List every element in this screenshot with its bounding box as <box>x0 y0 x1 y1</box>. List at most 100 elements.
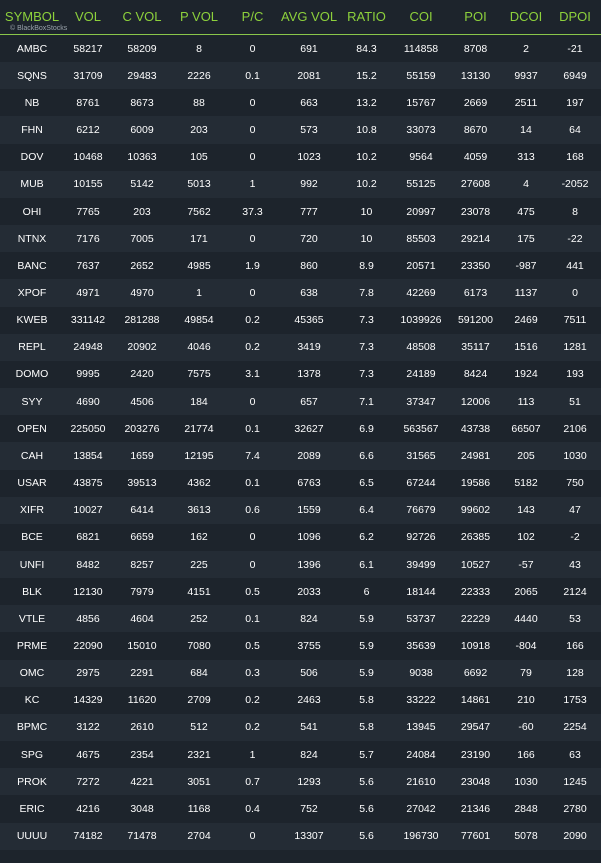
table-row[interactable]: USAR 43875 39513 4362 0.1 6763 6.5 67244 19586 51… <box>0 469 601 497</box>
table-row[interactable]: SYY 4690 4506 184 0 657 7.1 37347 12006 113 51 <box>0 388 601 416</box>
cell-poi: 29214 <box>460 232 491 245</box>
cell-vol: 6212 <box>76 124 100 137</box>
cell-poi: 77601 <box>460 830 491 843</box>
cell-dcoi: 113 <box>517 395 535 408</box>
cell-c-vol: 4970 <box>130 286 154 299</box>
column-header-ratio[interactable]: RATIO <box>339 0 394 34</box>
cell-symbol: NB <box>24 96 40 109</box>
cell-poi: 24981 <box>460 449 491 462</box>
cell-dcoi: 4440 <box>514 612 538 625</box>
cell-coi: 39499 <box>406 558 436 571</box>
cell-p-c: 0.3 <box>245 667 260 680</box>
cell-dpoi: 1753 <box>563 694 587 707</box>
cell-p-c: 0 <box>249 232 256 245</box>
cell-poi: 591200 <box>457 314 494 327</box>
cell-poi: 22333 <box>460 585 491 598</box>
table-row[interactable]: MUB 10155 5142 5013 1 992 10.2 55125 27608 4 -2052 <box>0 170 601 198</box>
cell-p-vol: 252 <box>190 612 208 625</box>
table-row[interactable]: PRME 22090 15010 7080 0.5 3755 5.9 35639 10918 -8… <box>0 632 601 660</box>
table-row[interactable]: SQNS 31709 29483 2226 0.1 2081 15.2 55159 13130 9… <box>0 62 601 90</box>
table-row[interactable]: REPL 24948 20902 4046 0.2 3419 7.3 48508 35117 15… <box>0 333 601 361</box>
cell-c-vol: 39513 <box>127 477 157 490</box>
cell-p-c: 0.5 <box>245 640 260 653</box>
cell-coi: 92726 <box>406 531 436 544</box>
table-row[interactable]: OHI 7765 203 7562 37.3 777 10 20997 23078 475 8 <box>0 197 601 226</box>
table-row[interactable]: BPMC 3122 2610 512 0.2 541 5.8 13945 29547 -60 225… <box>0 713 601 742</box>
cell-dpoi: 166 <box>566 640 584 653</box>
table-row[interactable]: CAH 13854 1659 12195 7.4 2089 6.6 31565 24981 205… <box>0 442 601 470</box>
table-row[interactable]: XIFR 10027 6414 3613 0.6 1559 6.4 76679 99602 143… <box>0 496 601 524</box>
cell-c-vol: 3048 <box>130 802 154 815</box>
cell-dcoi: -60 <box>518 721 534 734</box>
cell-poi: 12006 <box>460 395 491 408</box>
cell-poi: 26385 <box>460 531 491 544</box>
cell-dcoi: 66507 <box>511 422 541 435</box>
cell-dpoi: 193 <box>566 368 584 381</box>
cell-dcoi: -987 <box>515 259 537 272</box>
table-row[interactable]: SPG 4675 2354 2321 1 824 5.7 24084 23190 166 63 <box>0 741 601 769</box>
cell-avg-vol: 1559 <box>297 504 321 517</box>
cell-p-c: 7.4 <box>245 449 260 462</box>
cell-coi: 85503 <box>406 232 436 245</box>
cell-dcoi: 2065 <box>514 585 538 598</box>
table-row[interactable]: UUUU 74182 71478 2704 0 13307 5.6 196730 77601 50… <box>0 822 601 850</box>
cell-vol: 24948 <box>73 341 103 354</box>
table-row[interactable]: BLK 12130 7979 4151 0.5 2033 6 18144 22333 2065 21… <box>0 578 601 606</box>
column-header-dpoi[interactable]: DPOI <box>549 0 601 34</box>
table-row[interactable]: AMBC 58217 58209 8 0 691 84.3 114858 8708 2 -21 <box>0 35 601 63</box>
table-row[interactable]: FHN 6212 6009 203 0 573 10.8 33073 8670 14 64 <box>0 116 601 144</box>
cell-dpoi: 1030 <box>563 449 587 462</box>
cell-symbol: XPOF <box>17 286 47 299</box>
cell-c-vol: 4506 <box>130 395 154 408</box>
column-header-vol[interactable]: VOL <box>64 0 112 34</box>
cell-vol: 2975 <box>76 667 100 680</box>
table-row[interactable]: OMC 2975 2291 684 0.3 506 5.9 9038 6692 79 128 <box>0 659 601 687</box>
cell-dpoi: 0 <box>572 286 578 299</box>
cell-p-vol: 225 <box>190 558 208 571</box>
table-row[interactable]: VTLE 4856 4604 252 0.1 824 5.9 53737 22229 4440 53 <box>0 605 601 633</box>
cell-p-vol: 88 <box>193 96 205 109</box>
table-row[interactable]: DOMO 9995 2420 7575 3.1 1378 7.3 24189 8424 1924 1… <box>0 360 601 389</box>
table-row[interactable]: NB 8761 8673 88 0 663 13.2 15767 2669 2511 197 <box>0 89 601 117</box>
table-row[interactable]: KWEB 331142 281288 49854 0.2 45365 7.3 1039926 5… <box>0 306 601 334</box>
cell-vol: 4216 <box>76 802 100 815</box>
cell-dpoi: -2052 <box>561 178 589 191</box>
table-row[interactable]: XPOF 4971 4970 1 0 638 7.8 42269 6173 1137 0 <box>0 279 601 307</box>
cell-p-c: 0 <box>249 286 256 299</box>
column-header-p-vol[interactable]: P VOL <box>172 0 226 34</box>
cell-coi: 114858 <box>403 42 439 55</box>
cell-c-vol: 5142 <box>130 178 154 191</box>
column-header-coi[interactable]: COI <box>394 0 448 34</box>
table-row[interactable]: OPEN 225050 203276 21774 0.1 32627 6.9 563567 43… <box>0 415 601 443</box>
cell-c-vol: 2420 <box>130 368 154 381</box>
table-row[interactable]: ERIC 4216 3048 1168 0.4 752 5.6 27042 21346 2848 2… <box>0 795 601 823</box>
table-row[interactable]: BCE 6821 6659 162 0 1096 6.2 92726 26385 102 -2 <box>0 523 601 551</box>
column-header-dcoi[interactable]: DCOI <box>503 0 549 34</box>
cell-vol: 22090 <box>73 640 103 653</box>
column-header-p-c[interactable]: P/C <box>226 0 279 34</box>
column-header-avg-vol[interactable]: AVG VOL <box>279 0 339 34</box>
table-row[interactable]: KC 14329 11620 2709 0.2 2463 5.8 33222 14861 210 1… <box>0 686 601 714</box>
cell-dpoi: 2106 <box>563 422 587 435</box>
cell-p-vol: 5013 <box>187 178 211 191</box>
cell-ratio: 6.2 <box>359 531 374 544</box>
table-row[interactable]: UNFI 8482 8257 225 0 1396 6.1 39499 10527 -57 43 <box>0 550 601 579</box>
column-header-poi[interactable]: POI <box>448 0 503 34</box>
column-header-c-vol[interactable]: C VOL <box>112 0 172 34</box>
table-row[interactable]: DOV 10468 10363 105 0 1023 10.2 9564 4059 313 168 <box>0 143 601 171</box>
cell-poi: 21346 <box>460 802 491 815</box>
cell-symbol: VTLE <box>18 612 46 625</box>
table-row[interactable]: BANC 7637 2652 4985 1.9 860 8.9 20571 23350 -987 4… <box>0 252 601 280</box>
cell-dcoi: 475 <box>517 205 535 218</box>
table-row[interactable]: NTNX 7176 7005 171 0 720 10 85503 29214 175 -22 <box>0 225 601 253</box>
cell-p-vol: 203 <box>190 124 208 137</box>
table-row[interactable]: PROK 7272 4221 3051 0.7 1293 5.6 21610 23048 1030… <box>0 768 601 796</box>
cell-avg-vol: 1023 <box>297 151 321 164</box>
cell-poi: 27608 <box>460 178 491 191</box>
cell-avg-vol: 720 <box>300 232 318 245</box>
cell-ratio: 7.3 <box>359 341 374 354</box>
cell-dpoi: 53 <box>569 612 581 625</box>
cell-dcoi: 2 <box>523 42 529 55</box>
cell-vol: 8761 <box>76 96 100 109</box>
cell-avg-vol: 6763 <box>297 477 321 490</box>
